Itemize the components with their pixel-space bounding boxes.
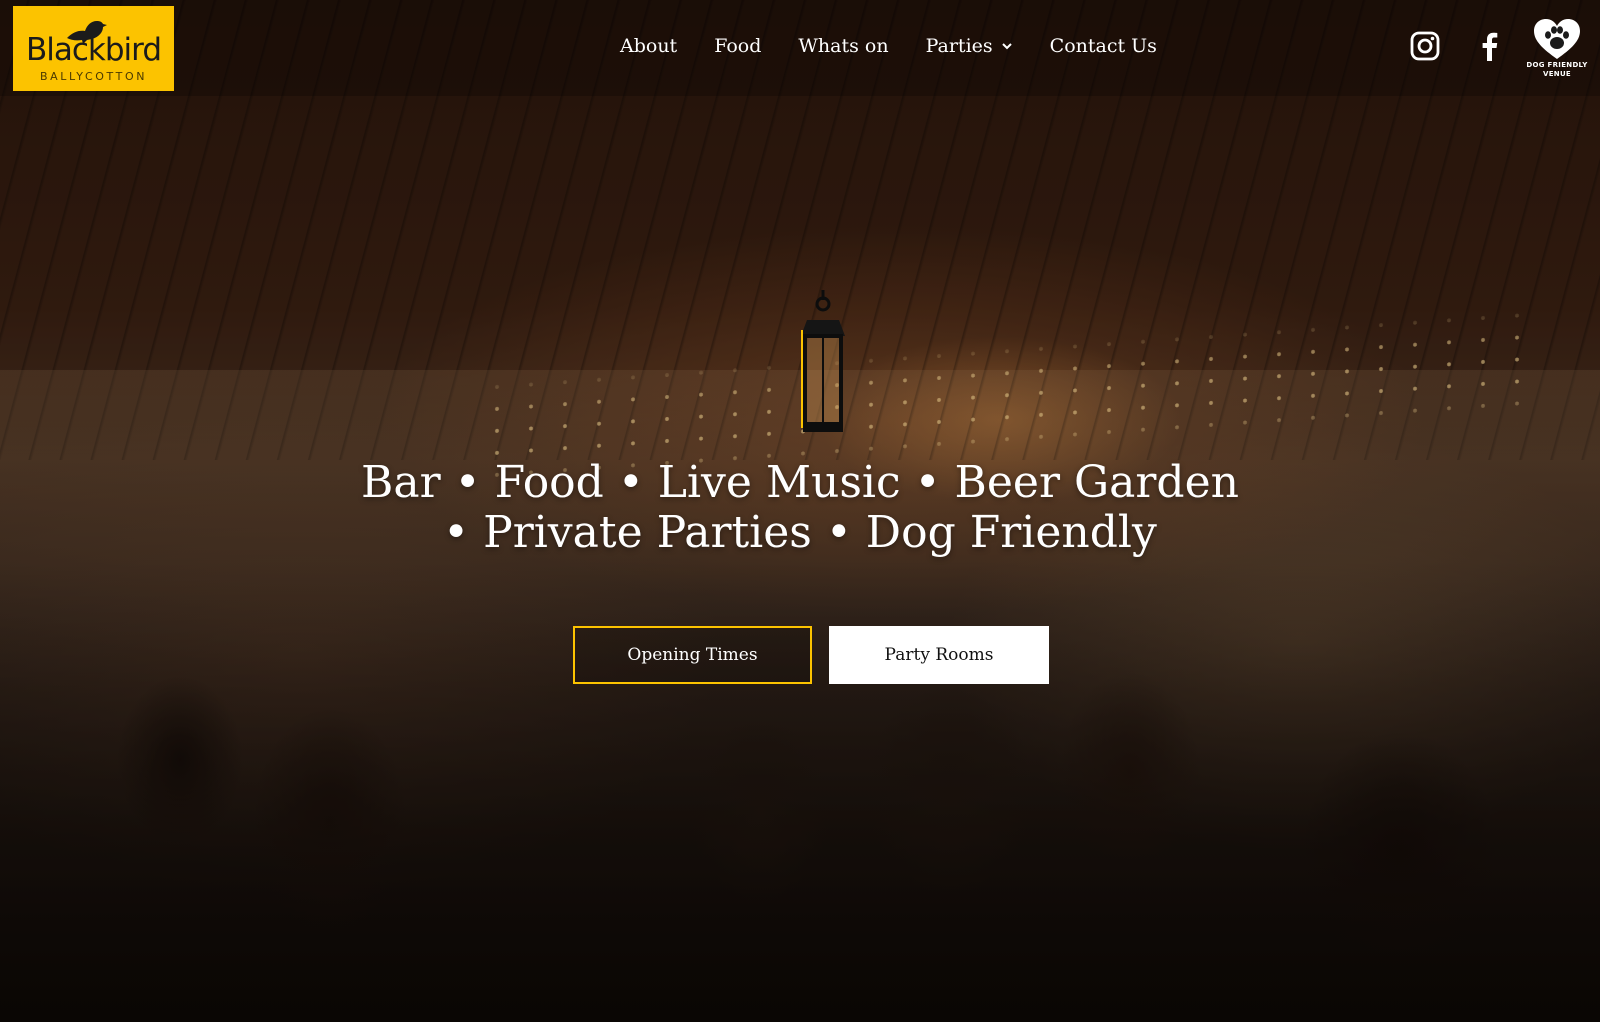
party-rooms-button[interactable]: Party Rooms	[829, 626, 1049, 684]
opening-times-button[interactable]: Opening Times	[573, 626, 812, 684]
dog-friendly-line1: DOG FRIENDLY	[1526, 61, 1588, 69]
header-bar: Blackbird BALLYCOTTON About Food Whats o…	[0, 0, 1600, 96]
site-logo[interactable]: Blackbird BALLYCOTTON	[13, 6, 174, 91]
heart-paw-icon	[1534, 19, 1580, 59]
logo-location: BALLYCOTTON	[39, 70, 148, 83]
nav-parties-label: Parties	[925, 35, 993, 57]
main-navigation: About Food Whats on Parties Contact Us	[620, 30, 1157, 62]
nav-whats-on[interactable]: Whats on	[798, 35, 888, 57]
dog-friendly-line2: VENUE	[1542, 70, 1572, 78]
logo-wordmark: Blackbird	[25, 32, 162, 68]
hero-tagline: Bar • Food • Live Music • Beer Garden • …	[300, 458, 1300, 558]
tagline-line-1: Bar • Food • Live Music • Beer Garden	[361, 457, 1239, 508]
dog-friendly-label: DOG FRIENDLY VENUE	[1525, 61, 1589, 79]
instagram-icon[interactable]	[1409, 30, 1441, 62]
nav-contact-us[interactable]: Contact Us	[1050, 35, 1157, 57]
nav-about[interactable]: About	[620, 35, 677, 57]
facebook-icon[interactable]	[1474, 30, 1506, 62]
chevron-down-icon	[1001, 43, 1012, 50]
hero-section: Blackbird BALLYCOTTON About Food Whats o…	[0, 0, 1600, 1022]
nav-parties[interactable]: Parties	[926, 35, 1013, 57]
accent-divider	[801, 330, 803, 428]
tagline-line-2: • Private Parties • Dog Friendly	[443, 507, 1157, 558]
nav-food[interactable]: Food	[714, 35, 761, 57]
dog-friendly-badge: DOG FRIENDLY VENUE	[1525, 17, 1589, 81]
